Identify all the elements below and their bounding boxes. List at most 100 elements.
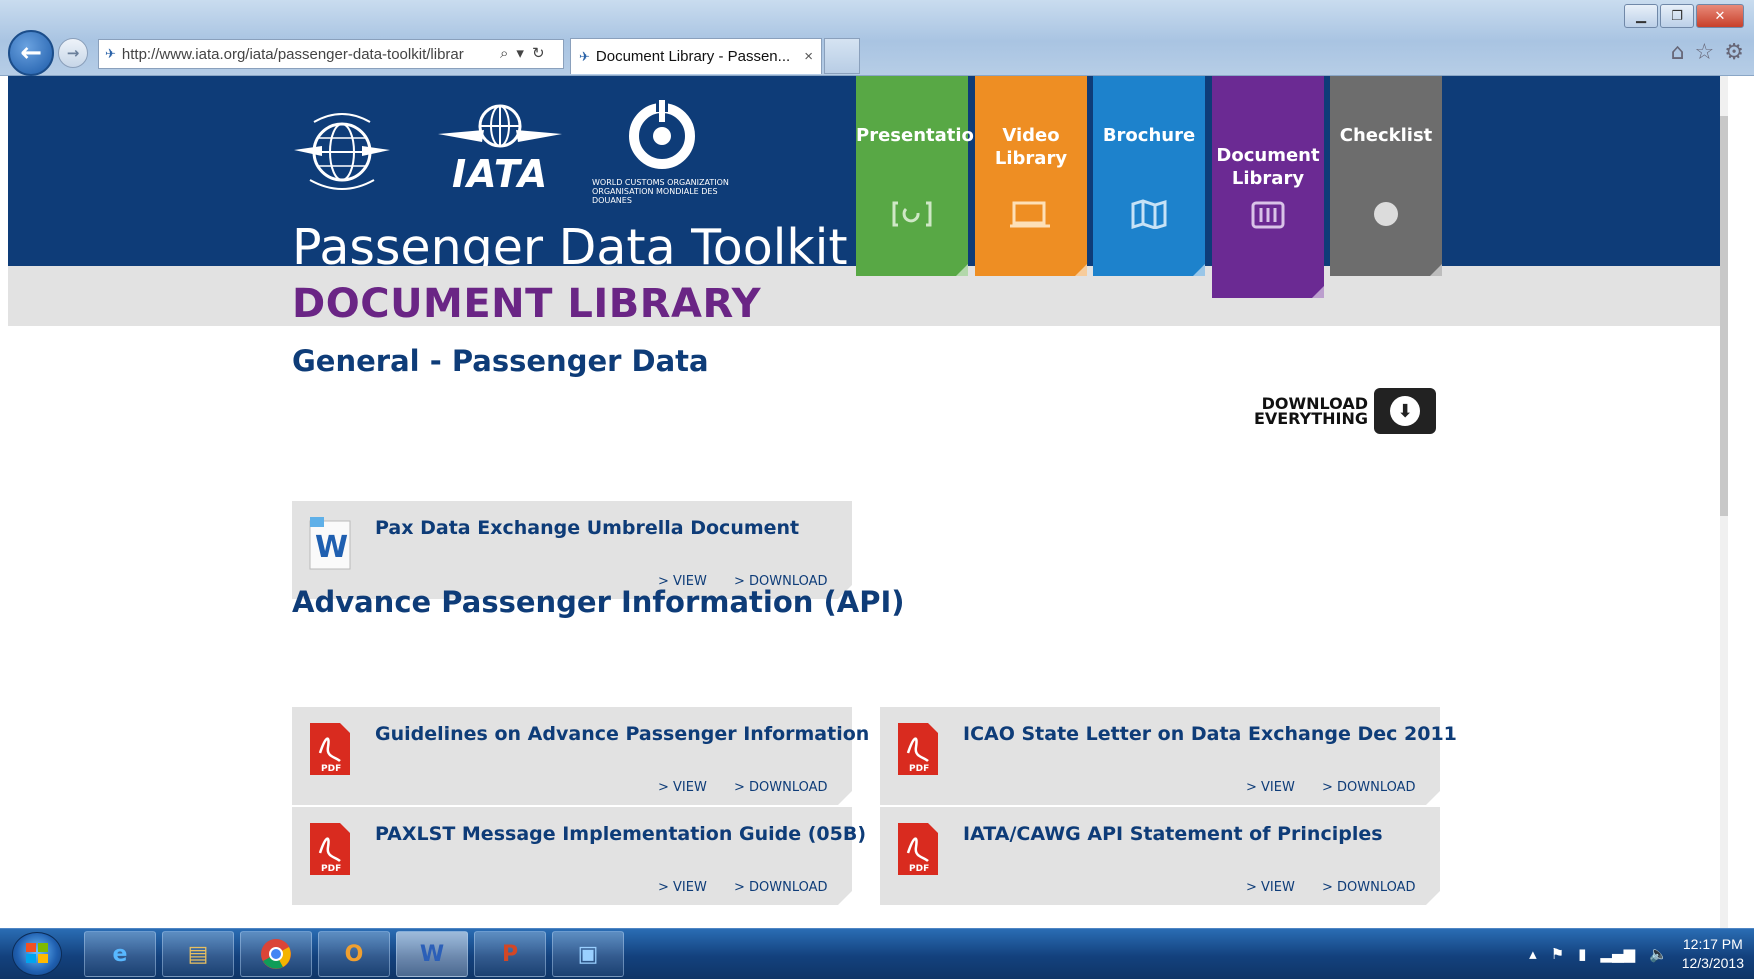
site-favicon-icon: ✈ [105,46,116,61]
document-title[interactable]: Guidelines on Advance Passenger Informat… [375,723,869,745]
nav-tab-document-library[interactable]: Document Library [1212,76,1324,298]
nav-tab-label: Brochure [1102,125,1196,146]
taskbar-internet-explorer[interactable]: e [84,931,156,977]
start-button[interactable] [12,932,62,976]
download-link[interactable]: > DOWNLOAD [734,780,828,795]
document-title[interactable]: Pax Data Exchange Umbrella Document [375,517,799,539]
vertical-scrollbar[interactable] [1720,76,1728,928]
network-signal-icon[interactable]: ▂▄▆ [1600,945,1635,963]
refresh-icon[interactable]: ↻ [532,44,545,62]
dropdown-icon[interactable]: ▾ [516,44,524,62]
card-fold [1426,791,1440,805]
tab-fold [1193,264,1205,276]
card-fold [1426,891,1440,905]
url-text: http://www.iata.org/iata/passenger-data-… [121,45,464,63]
card-fold [838,891,852,905]
close-window-button[interactable]: ✕ [1696,4,1744,28]
action-center-flag-icon[interactable]: ⚑ [1551,945,1564,963]
internet-explorer-icon: e [112,941,128,967]
pdf-document-icon: PDF [310,723,350,775]
nav-tab-label: Document Library [1216,145,1320,189]
window-controls: ▁ ❐ ✕ [1624,4,1744,28]
taskbar-powerpoint[interactable]: P [474,931,546,977]
brochure-icon [1131,199,1167,229]
windows-logo-icon [26,943,48,963]
clock-time: 12:17 PM [1682,936,1743,952]
view-link[interactable]: > VIEW [1246,880,1295,895]
download-link[interactable]: > DOWNLOAD [1322,780,1416,795]
document-title[interactable]: IATA/CAWG API Statement of Principles [963,823,1383,845]
pdf-label: PDF [321,764,341,774]
document-title[interactable]: ICAO State Letter on Data Exchange Dec 2… [963,723,1457,745]
taskbar-file-explorer[interactable]: ▤ [162,931,234,977]
browser-tab-active[interactable]: ✈ Document Library - Passen... × [570,38,822,74]
page-heading: DOCUMENT LIBRARY [292,281,762,327]
pdf-label: PDF [909,864,929,874]
card-fold [838,791,852,805]
remote-desktop-icon: ▣ [577,941,599,967]
download-icon: ⬇ [1374,388,1436,434]
download-everything-button[interactable]: DOWNLOAD EVERYTHING ⬇ [1252,388,1436,434]
nav-tab-video-library[interactable]: Video Library [975,76,1087,276]
nav-tab-brochure[interactable]: Brochure [1093,76,1205,276]
system-tray: ▴ ⚑ ▮ ▂▄▆ 🔈 12:17 PM 12/3/2013 [1529,931,1744,977]
forward-arrow-icon: → [66,44,80,62]
windows-taskbar: e ▤ O W P ▣ ▴ ⚑ ▮ ▂▄▆ 🔈 12:17 PM 12/3/20… [0,928,1754,979]
pdf-label: PDF [321,864,341,874]
power-icon[interactable]: ▮ [1578,945,1586,963]
chrome-icon [261,939,291,969]
nav-tab-checklist[interactable]: Checklist [1330,76,1442,276]
pdf-label: PDF [909,764,929,774]
download-everything-label: DOWNLOAD EVERYTHING [1253,394,1368,428]
tab-fold [1430,264,1442,276]
library-icon [1251,201,1285,229]
download-link[interactable]: > DOWNLOAD [1322,880,1416,895]
tab-fold [1075,264,1087,276]
document-card: PDF ICAO State Letter on Data Exchange D… [880,707,1457,805]
tab-fold [1312,286,1324,298]
download-link[interactable]: > DOWNLOAD [734,880,828,895]
back-button[interactable]: ← [8,30,54,76]
volume-icon[interactable]: 🔈 [1649,945,1668,963]
new-tab-button[interactable] [824,38,860,74]
back-arrow-icon: ← [20,38,42,68]
pdf-document-icon: PDF [310,823,350,875]
show-hidden-icons-icon[interactable]: ▴ [1529,945,1537,963]
site-title: Passenger Data Toolkit [292,219,848,266]
document-card: PDF Guidelines on Advance Passenger Info… [292,707,869,805]
view-link[interactable]: > VIEW [1246,780,1295,795]
clock[interactable]: 12:17 PM 12/3/2013 [1682,935,1744,973]
taskbar-chrome[interactable] [240,931,312,977]
document-card: PDF IATA/CAWG API Statement of Principle… [880,807,1440,905]
clock-date: 12/3/2013 [1681,955,1744,971]
page-viewport: IATA WORLD CUSTOMS ORGANIZATION ORGANISA… [8,76,1728,928]
taskbar-word[interactable]: W [396,931,468,977]
view-link[interactable]: > VIEW [658,780,707,795]
document-title[interactable]: PAXLST Message Implementation Guide (05B… [375,823,866,845]
section-title-api: Advance Passenger Information (API) [292,585,905,619]
wco-logo-text: WORLD CUSTOMS ORGANIZATION ORGANISATION … [592,178,729,205]
taskbar-remote-desktop[interactable]: ▣ [552,931,624,977]
pdf-document-icon: PDF [898,823,938,875]
word-icon: W [419,941,445,967]
minimize-button[interactable]: ▁ [1624,4,1658,28]
nav-tab-presentation[interactable]: Presentation [856,76,987,276]
tab-favicon-icon: ✈ [579,48,590,64]
restore-button[interactable]: ❐ [1660,4,1694,28]
address-bar[interactable]: ✈ http://www.iata.org/iata/passenger-dat… [98,39,564,69]
browser-toolbar-right: ⌂ ☆ ⚙ [1671,40,1744,65]
forward-button[interactable]: → [58,38,88,68]
settings-gear-icon[interactable]: ⚙ [1724,40,1744,65]
favorites-star-icon[interactable]: ☆ [1695,40,1715,65]
nav-tab-label: Presentation [856,125,987,146]
svg-text:W: W [315,530,348,565]
tab-fold [956,264,968,276]
folder-icon: ▤ [187,941,209,967]
nav-tab-label: Checklist [1339,125,1433,146]
search-icon[interactable]: ⌕ [500,44,508,62]
view-link[interactable]: > VIEW [658,880,707,895]
home-icon[interactable]: ⌂ [1671,40,1685,65]
taskbar-outlook[interactable]: O [318,931,390,977]
tab-close-icon[interactable]: × [804,48,813,65]
outlook-icon: O [344,941,364,967]
